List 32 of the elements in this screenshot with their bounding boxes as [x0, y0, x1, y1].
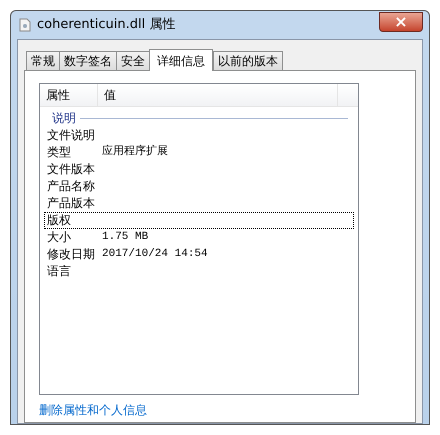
tab[interactable]: 安全	[116, 51, 150, 70]
tab[interactable]: 以前的版本	[213, 51, 283, 70]
tab[interactable]: 数字签名	[59, 51, 117, 70]
group-header: 说明	[52, 110, 76, 127]
property-value: 1.75 MB	[102, 230, 148, 245]
property-row[interactable]: 版权	[44, 212, 354, 229]
column-header[interactable]: 属性	[40, 84, 98, 106]
property-name: 修改日期	[46, 247, 96, 262]
property-name: 大小	[46, 230, 72, 245]
property-name: 产品名称	[46, 179, 96, 194]
property-row[interactable]: 文件说明	[44, 127, 354, 144]
remove-properties-link[interactable]: 删除属性和个人信息	[39, 403, 147, 417]
property-row[interactable]: 产品名称	[44, 178, 354, 195]
property-row[interactable]: 产品版本	[44, 195, 354, 212]
property-row[interactable]: 语言	[44, 263, 354, 280]
property-name: 版权	[46, 213, 72, 228]
property-name: 文件说明	[46, 128, 96, 143]
property-name: 产品版本	[46, 196, 96, 211]
property-value: 2017/10/24 14:54	[102, 247, 208, 262]
column-header[interactable]: 值	[98, 84, 338, 106]
property-row[interactable]: 大小 1.75 MB	[44, 229, 354, 246]
window-title: coherenticuin.dll 属性	[37, 16, 176, 34]
property-name: 文件版本	[46, 162, 96, 177]
tab[interactable]: 常规	[26, 51, 60, 70]
property-row[interactable]: 修改日期 2017/10/24 14:54	[44, 246, 354, 263]
property-row[interactable]: 类型 应用程序扩展	[44, 144, 354, 161]
file-icon	[19, 18, 31, 32]
property-name: 类型	[46, 145, 72, 160]
property-row[interactable]: 文件版本	[44, 161, 354, 178]
property-name: 语言	[46, 264, 72, 279]
property-value: 应用程序扩展	[102, 145, 168, 160]
tab[interactable]: 详细信息	[149, 49, 213, 71]
